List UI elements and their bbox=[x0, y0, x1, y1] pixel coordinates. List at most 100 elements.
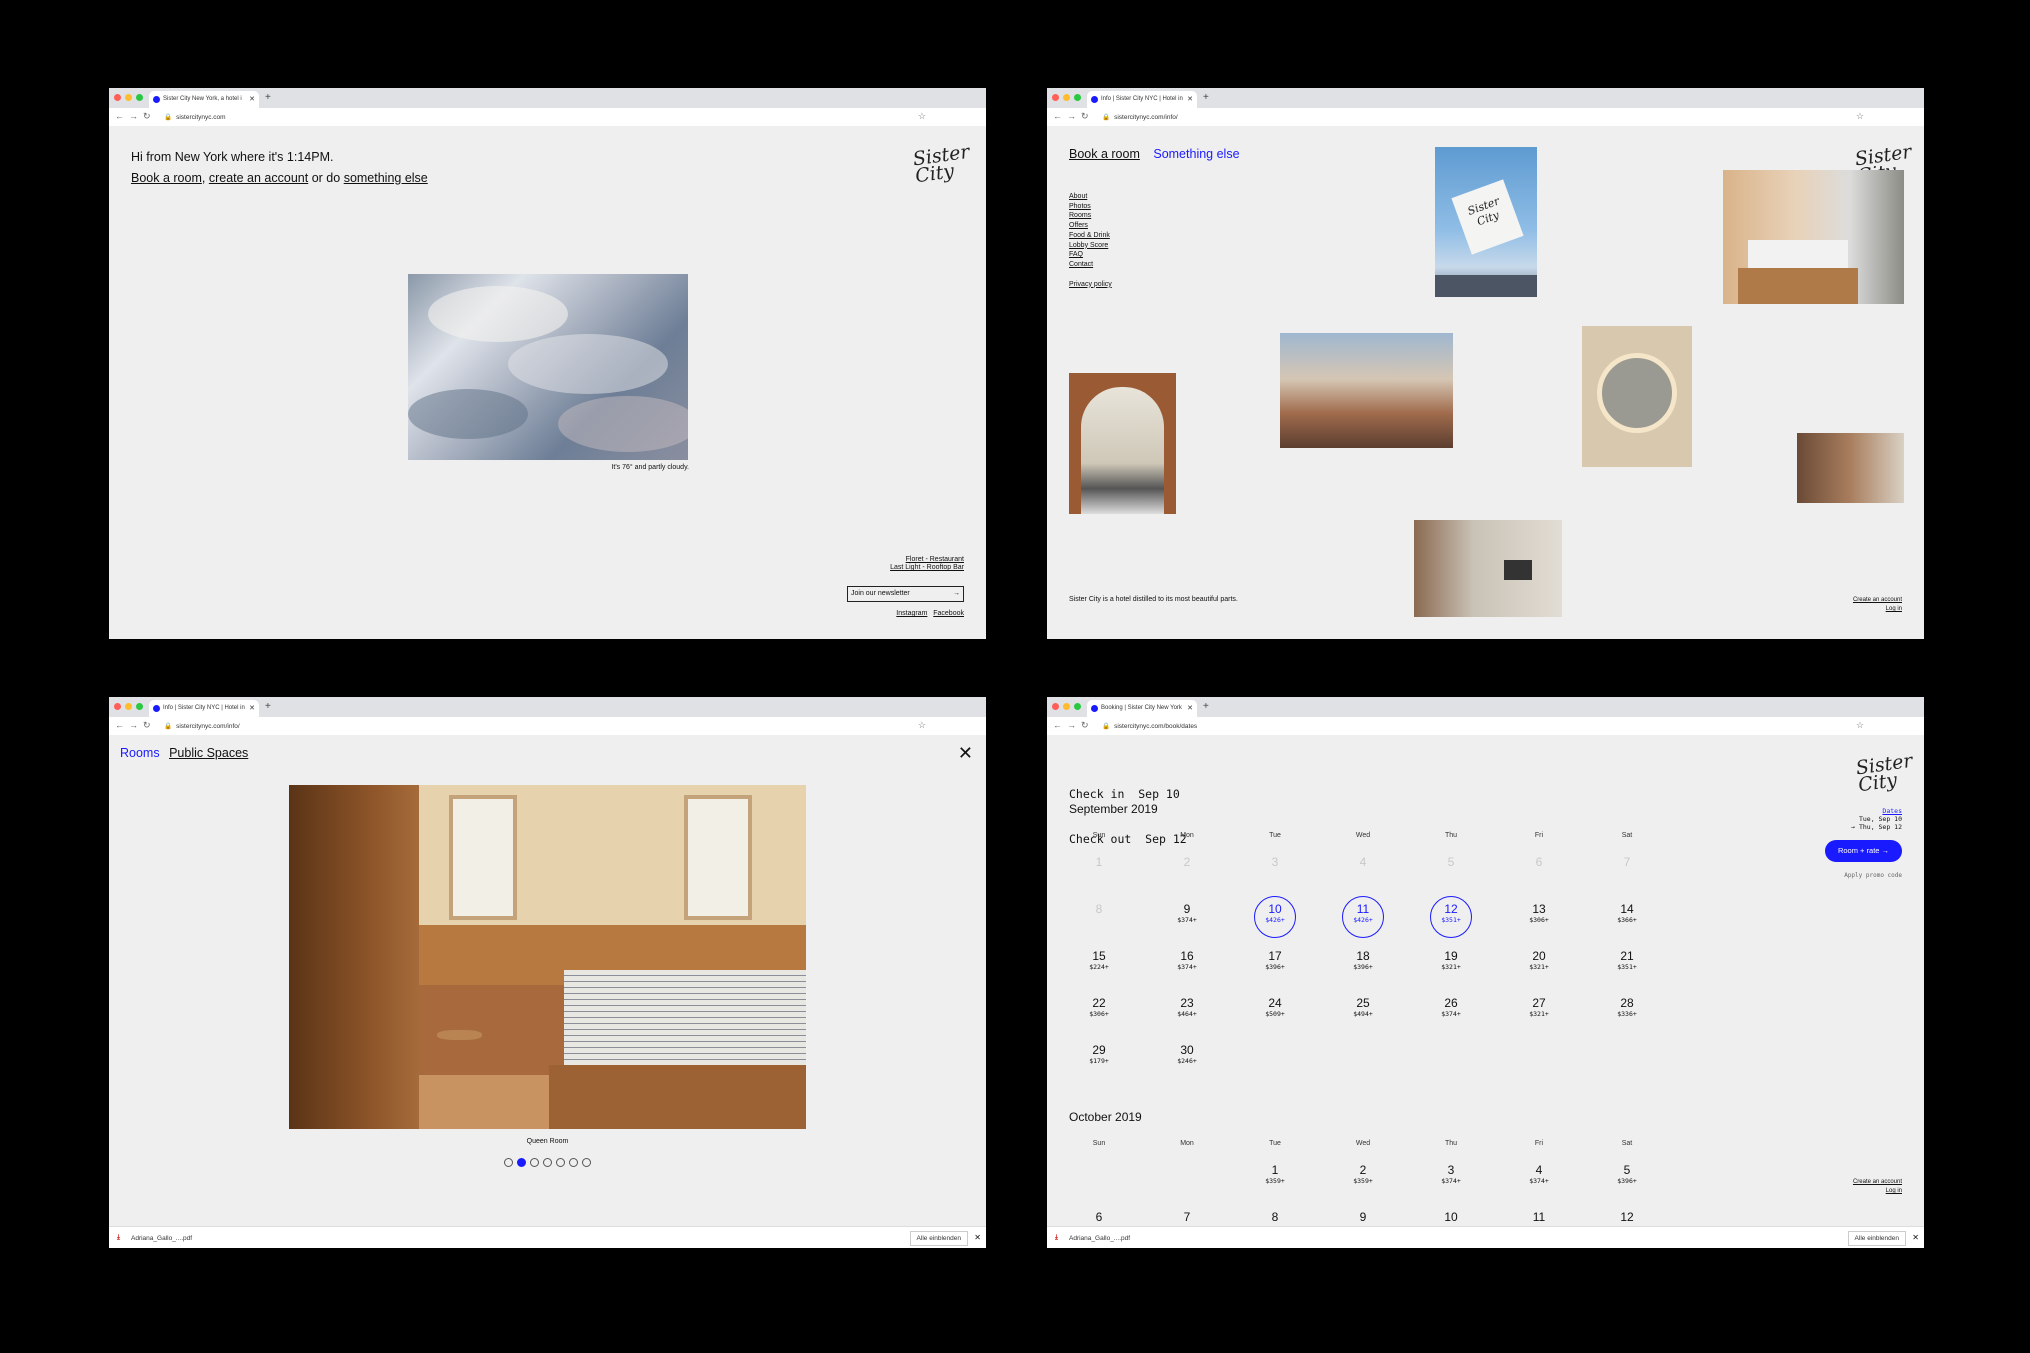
calendar-day[interactable]: 11 bbox=[1509, 1210, 1569, 1224]
promo-code-link[interactable]: Apply promo code bbox=[1844, 872, 1902, 879]
download-file[interactable]: Adriana_Gallo_....pdf bbox=[1069, 1235, 1130, 1242]
nav-contact[interactable]: Contact bbox=[1069, 261, 1093, 268]
new-tab-icon[interactable]: + bbox=[265, 92, 271, 103]
close-tab-icon[interactable]: ✕ bbox=[249, 91, 255, 108]
nav-faq[interactable]: FAQ bbox=[1069, 251, 1083, 258]
browser-tab[interactable]: Booking | Sister City New York ✕ bbox=[1087, 700, 1197, 717]
carousel-dot[interactable] bbox=[504, 1158, 513, 1167]
calendar-day[interactable]: 7 bbox=[1157, 1210, 1217, 1224]
calendar-day[interactable]: 9 $374+ bbox=[1157, 902, 1217, 924]
new-tab-icon[interactable]: + bbox=[1203, 701, 1209, 712]
carousel-dot[interactable] bbox=[543, 1158, 552, 1167]
calendar-day[interactable]: 30 $246+ bbox=[1157, 1043, 1217, 1065]
calendar-day[interactable]: 13 $306+ bbox=[1509, 902, 1569, 924]
bookmark-star-icon[interactable]: ☆ bbox=[918, 720, 926, 731]
newsletter-input[interactable]: Join our newsletter → bbox=[847, 586, 964, 602]
carousel-dot[interactable] bbox=[569, 1158, 578, 1167]
nav-food-drink[interactable]: Food & Drink bbox=[1069, 232, 1110, 239]
close-download-bar-icon[interactable]: ✕ bbox=[1912, 1233, 1919, 1242]
calendar-day[interactable]: 10 bbox=[1421, 1210, 1481, 1224]
show-all-button[interactable]: Alle einblenden bbox=[909, 1231, 968, 1246]
nav-arrows-icon[interactable]: ←→↻ bbox=[115, 111, 156, 122]
calendar-day[interactable]: 27 $321+ bbox=[1509, 996, 1569, 1018]
bookmark-star-icon[interactable]: ☆ bbox=[1856, 720, 1864, 731]
calendar-day[interactable]: 6 bbox=[1069, 1210, 1129, 1224]
facebook-link[interactable]: Facebook bbox=[933, 610, 964, 617]
nav-offers[interactable]: Offers bbox=[1069, 222, 1088, 229]
nav-arrows-icon[interactable]: ←→↻ bbox=[1053, 111, 1094, 122]
new-tab-icon[interactable]: + bbox=[1203, 92, 1209, 103]
calendar-day[interactable]: 5 $396+ bbox=[1597, 1163, 1657, 1185]
last-light-link[interactable]: Last Light - Rooftop Bar bbox=[890, 564, 964, 571]
calendar-day[interactable]: 8 bbox=[1245, 1210, 1305, 1224]
browser-tab[interactable]: Info | Sister City NYC | Hotel in ✕ bbox=[1087, 91, 1197, 108]
nav-rooms[interactable]: Rooms bbox=[1069, 212, 1091, 219]
calendar-day[interactable]: 14 $366+ bbox=[1597, 902, 1657, 924]
calendar-day[interactable]: 28 $336+ bbox=[1597, 996, 1657, 1018]
book-room-link[interactable]: Book a room bbox=[1069, 147, 1140, 161]
something-else-link[interactable]: something else bbox=[344, 171, 428, 185]
instagram-link[interactable]: Instagram bbox=[896, 610, 927, 617]
bookmark-star-icon[interactable]: ☆ bbox=[1856, 111, 1864, 122]
nav-photos[interactable]: Photos bbox=[1069, 203, 1091, 210]
calendar-day[interactable]: 16 $374+ bbox=[1157, 949, 1217, 971]
calendar-day[interactable]: 2 $359+ bbox=[1333, 1163, 1393, 1185]
browser-tab[interactable]: Info | Sister City NYC | Hotel in ✕ bbox=[149, 700, 259, 717]
calendar-day[interactable]: 15 $224+ bbox=[1069, 949, 1129, 971]
login-link[interactable]: Log in bbox=[1886, 606, 1902, 612]
calendar-day[interactable]: 9 bbox=[1333, 1210, 1393, 1224]
close-icon[interactable]: ✕ bbox=[958, 743, 973, 764]
calendar-day[interactable]: 17 $396+ bbox=[1245, 949, 1305, 971]
arrow-right-icon[interactable]: → bbox=[953, 587, 960, 601]
carousel-dot[interactable] bbox=[530, 1158, 539, 1167]
selected-date[interactable]: 10 $426+ bbox=[1245, 896, 1305, 938]
floret-link[interactable]: Floret - Restaurant bbox=[906, 556, 964, 563]
address-bar[interactable]: 🔒 sistercitynyc.com/book/dates bbox=[1102, 722, 1197, 730]
new-tab-icon[interactable]: + bbox=[265, 701, 271, 712]
room-rate-button[interactable]: Room + rate → bbox=[1825, 840, 1902, 862]
selected-date[interactable]: 11 $426+ bbox=[1333, 896, 1393, 938]
calendar-day[interactable]: 21 $351+ bbox=[1597, 949, 1657, 971]
selected-date[interactable]: 12 $351+ bbox=[1421, 896, 1481, 938]
address-bar[interactable]: 🔒 sistercitynyc.com/info/ bbox=[164, 722, 240, 730]
create-account-link[interactable]: Create an account bbox=[1853, 1179, 1902, 1185]
bookmark-star-icon[interactable]: ☆ bbox=[918, 111, 926, 122]
close-tab-icon[interactable]: ✕ bbox=[1187, 700, 1193, 717]
something-else-link[interactable]: Something else bbox=[1153, 147, 1239, 161]
dates-link[interactable]: Dates bbox=[1882, 807, 1902, 815]
browser-tab[interactable]: Sister City New York, a hotel i ✕ bbox=[149, 91, 259, 108]
calendar-day[interactable]: 18 $396+ bbox=[1333, 949, 1393, 971]
login-link[interactable]: Log in bbox=[1886, 1188, 1902, 1194]
close-tab-icon[interactable]: ✕ bbox=[249, 700, 255, 717]
download-file[interactable]: Adriana_Gallo_....pdf bbox=[131, 1235, 192, 1242]
calendar-day[interactable]: 26 $374+ bbox=[1421, 996, 1481, 1018]
calendar-day[interactable]: 29 $179+ bbox=[1069, 1043, 1129, 1065]
close-tab-icon[interactable]: ✕ bbox=[1187, 91, 1193, 108]
carousel-dot[interactable] bbox=[517, 1158, 526, 1167]
calendar-day[interactable]: 20 $321+ bbox=[1509, 949, 1569, 971]
create-account-link[interactable]: create an account bbox=[209, 171, 308, 185]
calendar-day[interactable]: 19 $321+ bbox=[1421, 949, 1481, 971]
close-download-bar-icon[interactable]: ✕ bbox=[974, 1233, 981, 1242]
nav-arrows-icon[interactable]: ←→↻ bbox=[1053, 720, 1094, 731]
tab-public-spaces[interactable]: Public Spaces bbox=[169, 746, 248, 760]
calendar-day[interactable]: 25 $494+ bbox=[1333, 996, 1393, 1018]
nav-about[interactable]: About bbox=[1069, 193, 1087, 200]
address-bar[interactable]: 🔒 sistercitynyc.com bbox=[164, 113, 226, 121]
nav-arrows-icon[interactable]: ←→↻ bbox=[115, 720, 156, 731]
create-account-link[interactable]: Create an account bbox=[1853, 597, 1902, 603]
calendar-day[interactable]: 23 $464+ bbox=[1157, 996, 1217, 1018]
calendar-day[interactable]: 22 $306+ bbox=[1069, 996, 1129, 1018]
calendar-day[interactable]: 24 $509+ bbox=[1245, 996, 1305, 1018]
book-room-link[interactable]: Book a room bbox=[131, 171, 202, 185]
nav-lobby-score[interactable]: Lobby Score bbox=[1069, 242, 1108, 249]
show-all-button[interactable]: Alle einblenden bbox=[1847, 1231, 1906, 1246]
tab-rooms[interactable]: Rooms bbox=[120, 746, 160, 760]
calendar-day[interactable]: 1 $359+ bbox=[1245, 1163, 1305, 1185]
carousel-dot[interactable] bbox=[556, 1158, 565, 1167]
calendar-day[interactable]: 12 bbox=[1597, 1210, 1657, 1224]
calendar-day[interactable]: 3 $374+ bbox=[1421, 1163, 1481, 1185]
calendar-day[interactable]: 4 $374+ bbox=[1509, 1163, 1569, 1185]
privacy-policy-link[interactable]: Privacy policy bbox=[1069, 281, 1112, 288]
address-bar[interactable]: 🔒 sistercitynyc.com/info/ bbox=[1102, 113, 1178, 121]
